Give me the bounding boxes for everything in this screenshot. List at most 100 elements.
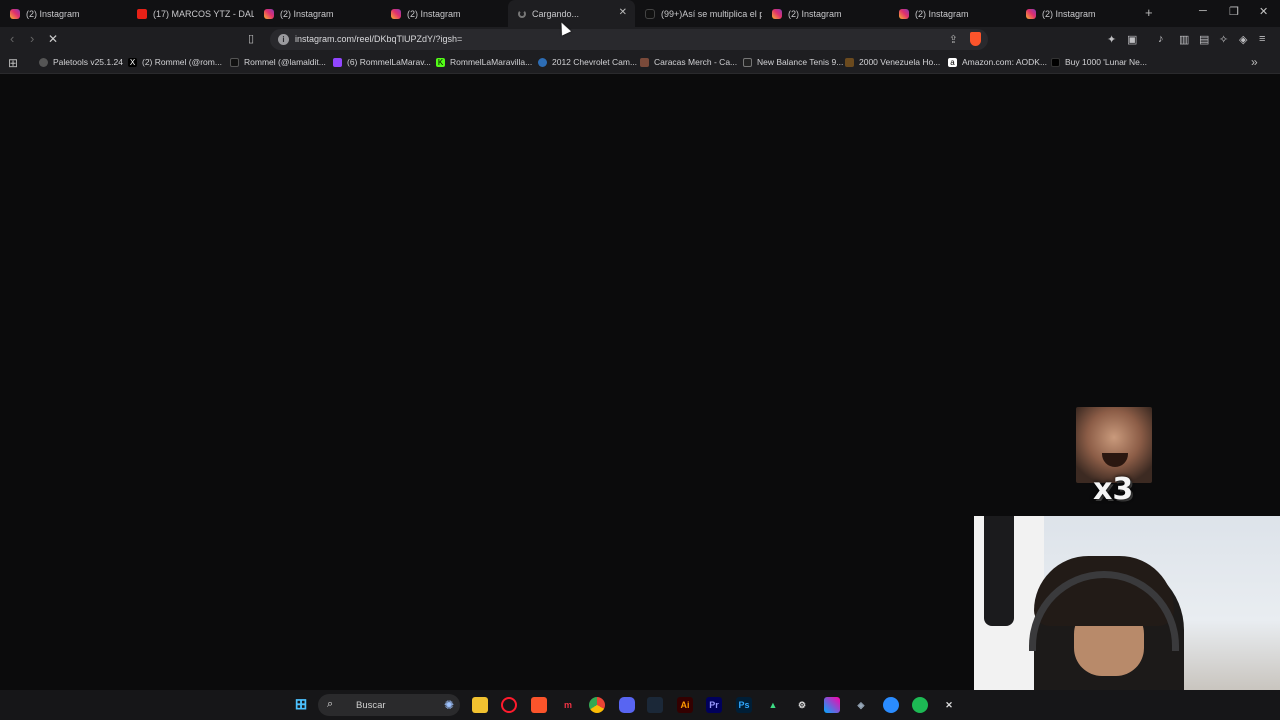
bookmark-label: 2012 Chevrolet Cam... <box>552 57 638 67</box>
illustrator-icon[interactable]: Ai <box>677 697 693 713</box>
share-icon[interactable]: ⇪ <box>949 33 958 46</box>
close-window-icon[interactable]: ✕ <box>1259 5 1268 18</box>
restore-icon[interactable]: ❐ <box>1229 5 1239 18</box>
tab-label: (2) Instagram <box>1042 8 1096 19</box>
instagram-icon <box>772 8 782 19</box>
sidebar-icon[interactable]: ▥ <box>1179 33 1189 46</box>
leo-ai-icon[interactable]: ✧ <box>1219 33 1228 46</box>
more-bookmarks-icon[interactable]: » <box>1251 55 1258 69</box>
menu-icon[interactable]: ≡ <box>1259 33 1265 45</box>
webcam-hanging-cloth <box>984 516 1014 626</box>
tab-label: (99+)Así se multiplica el p <box>661 8 762 19</box>
search-highlight-icon: ✺ <box>443 698 454 712</box>
tab-instagram-1[interactable]: (2) Instagram <box>0 0 127 27</box>
bookmark-item[interactable]: Buy 1000 'Lunar Ne... <box>1051 57 1147 67</box>
bookmark-label: RommelLaMaravilla... <box>450 57 533 67</box>
discord-icon[interactable] <box>619 697 635 713</box>
new-tab-icon[interactable]: + <box>1145 5 1153 20</box>
spotify-icon[interactable] <box>912 697 928 713</box>
brave-shields-icon[interactable] <box>970 32 981 46</box>
x-icon: X <box>128 57 137 67</box>
mercadolibre-icon <box>743 57 752 67</box>
bookmark-label: Amazon.com: AODK... <box>962 57 1048 67</box>
tab-youtube[interactable]: (17) MARCOS YTZ - DALÍ ( <box>127 0 254 27</box>
twitch-icon <box>333 57 342 67</box>
tab-instagram-5[interactable]: (2) Instagram <box>889 0 1016 27</box>
windows-start-icon[interactable]: ⊞ <box>293 697 309 713</box>
bookmark-item[interactable]: Caracas Merch - Ca... <box>640 57 737 67</box>
steam-icon[interactable] <box>647 697 663 713</box>
bookmark-label: Paletools v25.1.24 <box>53 57 123 67</box>
extensions-icon[interactable]: ✦ <box>1107 33 1116 46</box>
bookmark-item[interactable]: X (2) Rommel (@rom... <box>128 57 222 67</box>
tab-loading-active[interactable]: Cargando... ✕ <box>508 0 635 27</box>
tab-strip: (2) Instagram (17) MARCOS YTZ - DALÍ ( (… <box>0 0 1280 27</box>
taskbar: ⊞ ⌕ Buscar ✺ m Ai Pr Ps ▲ ⚙ ◈ ✕ <box>0 690 1280 720</box>
app-m-icon[interactable]: m <box>560 697 576 713</box>
tab-instagram-4[interactable]: (2) Instagram <box>762 0 889 27</box>
tab-tiktok[interactable]: (99+)Así se multiplica el p <box>635 0 762 27</box>
bookmark-item[interactable]: a Amazon.com: AODK... <box>948 57 1047 67</box>
tab-label: (2) Instagram <box>915 8 969 19</box>
address-bar[interactable]: i instagram.com/reel/DKbqTlUPZdY/?igsh= … <box>270 29 988 50</box>
chrome-icon[interactable] <box>589 697 605 713</box>
close-tab-icon[interactable]: ✕ <box>619 7 627 18</box>
bookmark-item[interactable]: New Balance Tenis 9... <box>743 57 843 67</box>
tab-instagram-2[interactable]: (2) Instagram <box>254 0 381 27</box>
emote-mouth <box>1102 453 1128 467</box>
bookmark-label: Rommel (@lamaldit... <box>244 57 326 67</box>
bookmark-item[interactable]: (6) RommelLaMarav... <box>333 57 431 67</box>
chevrolet-icon <box>538 57 547 67</box>
forward-icon[interactable]: › <box>30 31 34 46</box>
bookmark-item[interactable]: Paletools v25.1.24 <box>39 57 123 67</box>
site-icon <box>1051 57 1060 67</box>
file-explorer-icon[interactable] <box>472 697 488 713</box>
youtube-icon <box>137 8 147 19</box>
tab-label: (2) Instagram <box>407 8 461 19</box>
vpn-icon[interactable]: ◈ <box>1239 33 1247 46</box>
amazon-icon: a <box>948 57 957 67</box>
copilot-icon[interactable] <box>824 697 840 713</box>
bookmark-label: Caracas Merch - Ca... <box>654 57 738 67</box>
bookmarks-bar: ⊞ Paletools v25.1.24 X (2) Rommel (@rom.… <box>0 52 1280 74</box>
app-a-icon[interactable]: ▲ <box>765 697 781 713</box>
paletools-icon <box>39 57 48 67</box>
stop-loading-icon[interactable]: ✕ <box>48 32 61 46</box>
search-icon: ⌕ <box>327 698 334 710</box>
app-blue-icon[interactable] <box>883 697 899 713</box>
minimize-icon[interactable]: ─ <box>1199 5 1207 17</box>
app-diamond-icon[interactable]: ◈ <box>853 697 869 713</box>
tab-label: (2) Instagram <box>26 8 80 19</box>
brave-icon[interactable] <box>531 697 547 713</box>
wallet-icon[interactable]: ▤ <box>1199 33 1209 46</box>
back-icon[interactable]: ‹ <box>10 31 14 46</box>
tab-instagram-6[interactable]: (2) Instagram <box>1016 0 1141 27</box>
photoshop-icon[interactable]: Ps <box>736 697 752 713</box>
bookmark-item[interactable]: K RommelLaMaravilla... <box>436 57 532 67</box>
instagram-icon <box>10 8 20 19</box>
merch-icon <box>640 57 649 67</box>
kick-icon: K <box>436 57 445 67</box>
tiktok-icon <box>230 57 239 67</box>
tab-instagram-3[interactable]: (2) Instagram <box>381 0 508 27</box>
bookmark-item[interactable]: 2012 Chevrolet Cam... <box>538 57 637 67</box>
app-x-icon[interactable]: ✕ <box>941 697 957 713</box>
taskbar-search[interactable]: ⌕ Buscar ✺ <box>318 694 460 716</box>
bookmark-item[interactable]: 2000 Venezuela Ho... <box>845 57 940 67</box>
instagram-icon <box>1026 8 1036 19</box>
tab-label: (17) MARCOS YTZ - DALÍ ( <box>153 8 254 19</box>
site-info-icon[interactable]: i <box>278 34 289 45</box>
premiere-icon[interactable]: Pr <box>706 697 722 713</box>
bookmark-label: Buy 1000 'Lunar Ne... <box>1065 57 1147 67</box>
apps-grid-icon[interactable]: ⊞ <box>8 56 18 70</box>
bookmark-page-icon[interactable]: ▯ <box>248 32 254 45</box>
opera-gx-icon[interactable] <box>501 697 517 713</box>
settings-icon[interactable]: ⚙ <box>794 697 810 713</box>
search-placeholder: Buscar <box>356 700 386 711</box>
media-icon[interactable]: ♪ <box>1158 33 1164 45</box>
screenshot-icon[interactable]: ▣ <box>1127 33 1137 46</box>
url-text[interactable]: instagram.com/reel/DKbqTlUPZdY/?igsh= <box>295 34 462 44</box>
site-icon <box>845 57 854 67</box>
tiktok-icon <box>645 8 655 19</box>
bookmark-item[interactable]: Rommel (@lamaldit... <box>230 57 326 67</box>
